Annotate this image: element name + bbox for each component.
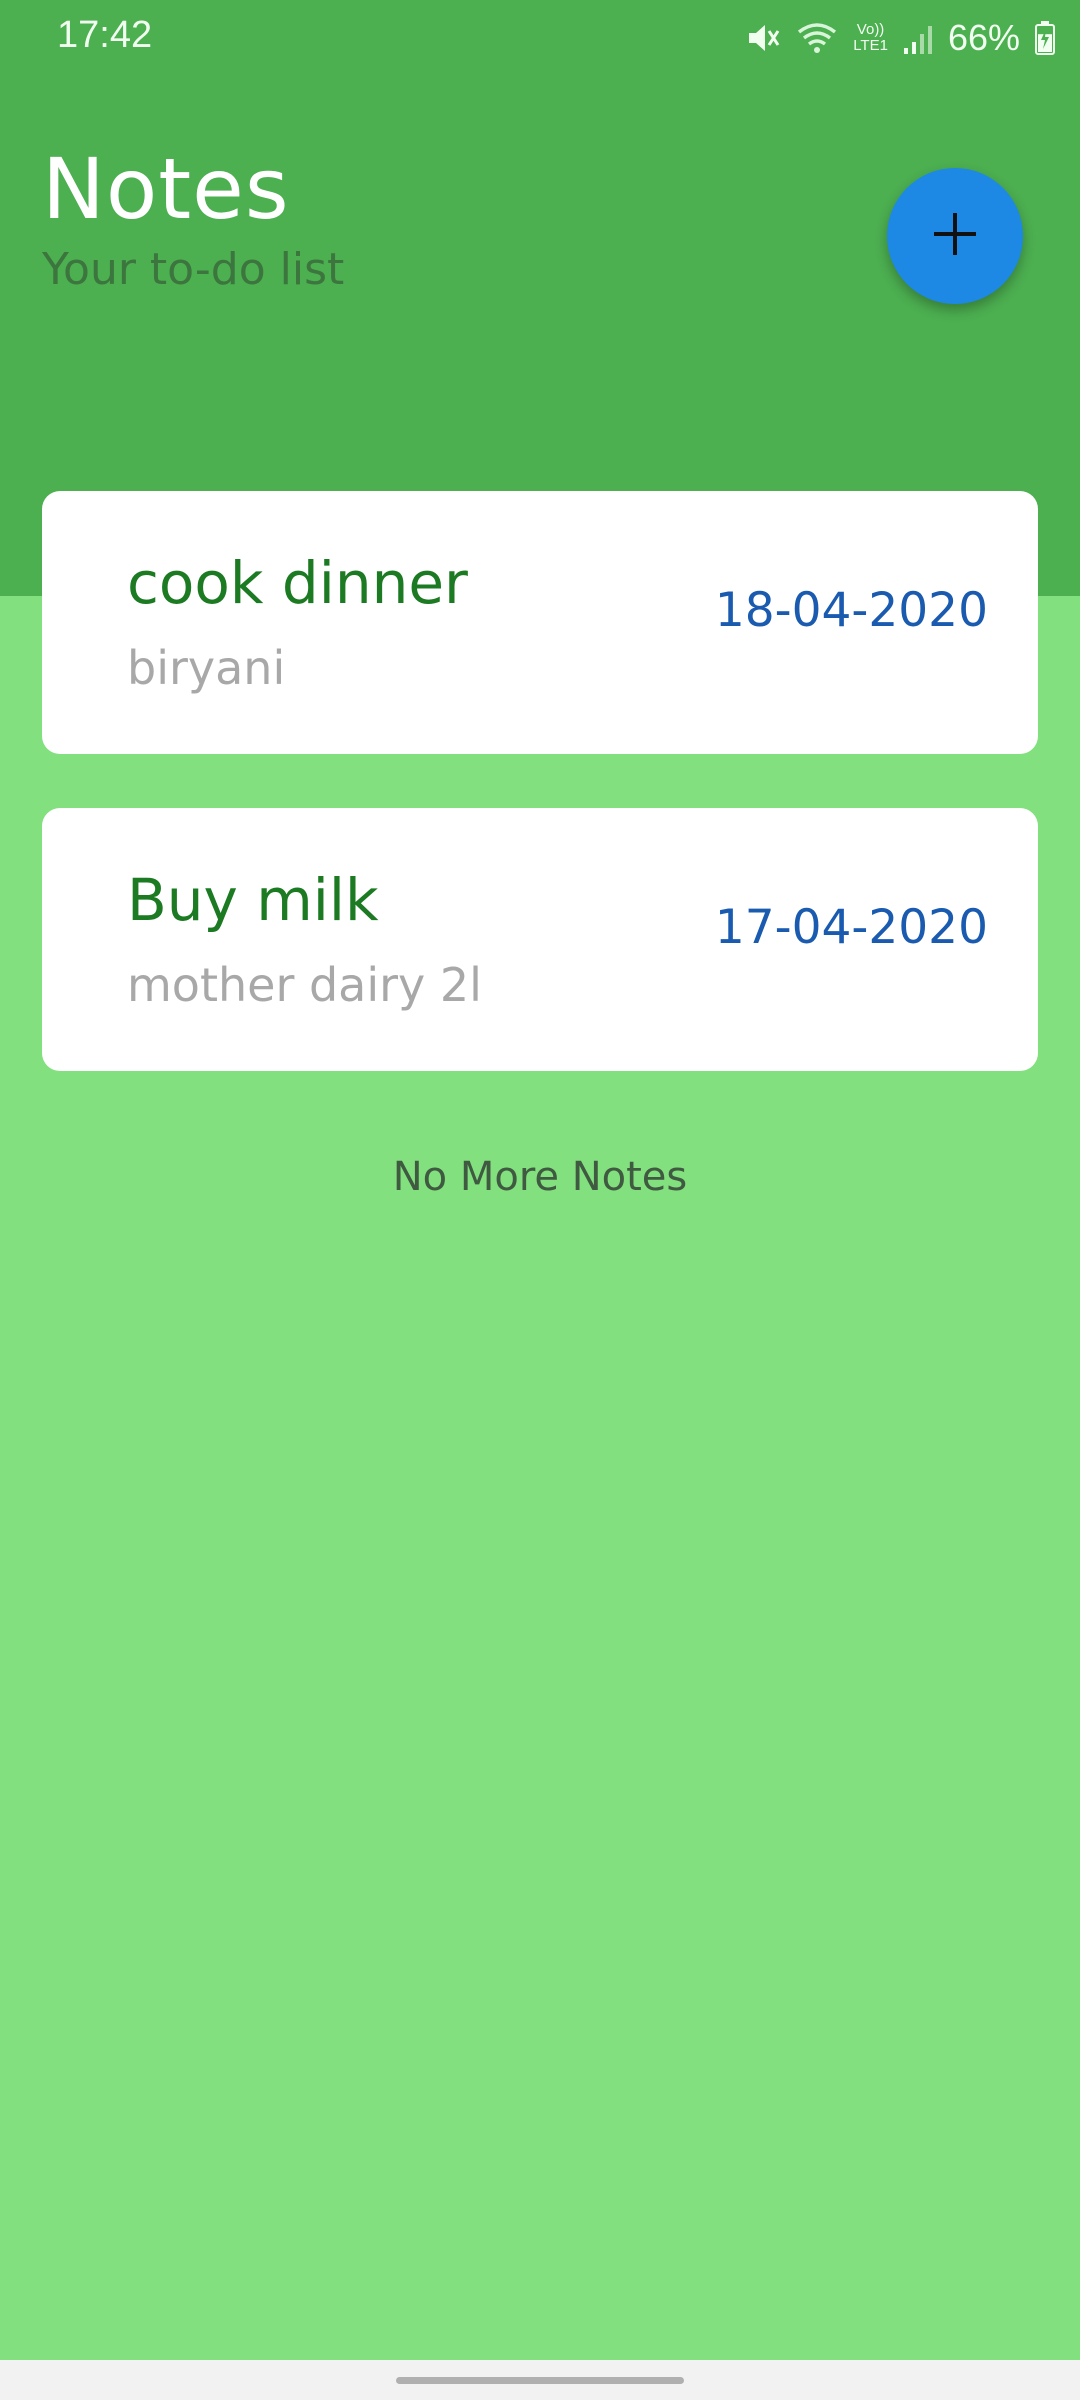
note-title: Buy milk bbox=[127, 866, 379, 934]
volte-label: Vo)) bbox=[856, 21, 885, 38]
add-note-button[interactable] bbox=[887, 168, 1023, 304]
page-subtitle: Your to-do list bbox=[42, 244, 345, 295]
battery-percent: 66% bbox=[947, 17, 1020, 58]
wifi-icon bbox=[795, 20, 839, 56]
signal-icon bbox=[902, 20, 934, 56]
home-indicator[interactable] bbox=[396, 2377, 684, 2384]
note-date: 18-04-2020 bbox=[714, 583, 988, 638]
navigation-bar bbox=[0, 2360, 1080, 2400]
note-title: cook dinner bbox=[127, 549, 468, 617]
battery-charging-icon bbox=[1034, 20, 1056, 56]
note-card[interactable]: cook dinner biryani 18-04-2020 bbox=[42, 491, 1038, 754]
page-title: Notes bbox=[42, 140, 290, 238]
status-icons: Vo)) LTE1 66% bbox=[745, 14, 1056, 62]
volte-indicator: Vo)) LTE1 bbox=[853, 22, 888, 54]
no-more-notes-label: No More Notes bbox=[392, 1154, 688, 1200]
lte-label: LTE1 bbox=[853, 37, 888, 54]
status-time: 17:42 bbox=[57, 14, 153, 56]
plus-icon bbox=[930, 209, 980, 263]
mute-icon bbox=[745, 20, 781, 56]
note-description: biryani bbox=[127, 641, 286, 695]
note-card[interactable]: Buy milk mother dairy 2l 17-04-2020 bbox=[42, 808, 1038, 1071]
status-bar: 17:42 Vo)) LTE1 66% bbox=[0, 0, 1080, 78]
note-date: 17-04-2020 bbox=[714, 900, 988, 955]
note-description: mother dairy 2l bbox=[127, 958, 482, 1012]
